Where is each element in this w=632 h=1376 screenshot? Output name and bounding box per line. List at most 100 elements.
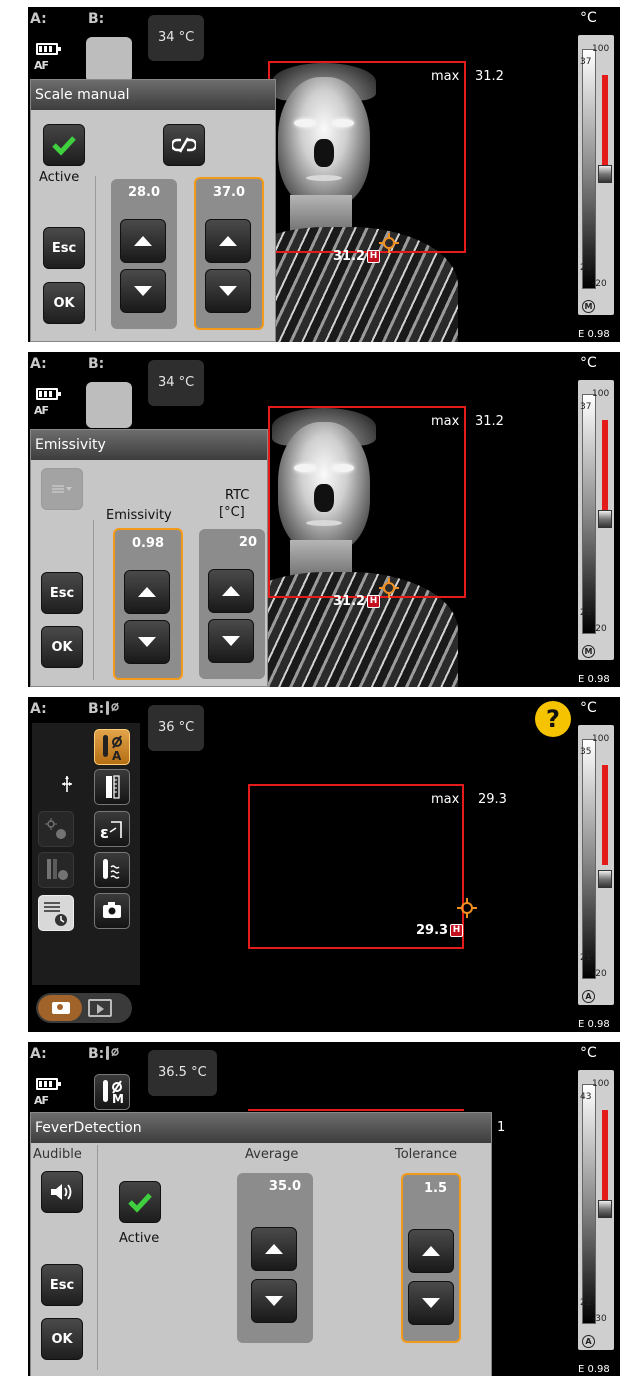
esc-button[interactable]: Esc — [43, 227, 85, 269]
screen-main-menu: A: B: AF 36 °C ? A A ε max 29.3 29.3H °C — [28, 697, 620, 1032]
fever-detection-dialog: FeverDetection Audible Active Esc OK Ave… — [30, 1112, 492, 1376]
unit-label: °C — [580, 355, 597, 371]
measure-area-frame[interactable] — [268, 61, 466, 253]
emissivity-readout: E 0.98 — [578, 1364, 610, 1375]
screen-scale-manual: A: B: AF 34 °C max 31.2 31.2 H °C 100 37 … — [28, 7, 620, 342]
speaker-icon — [51, 1184, 72, 1200]
hotspot-crosshair-icon — [379, 578, 399, 598]
arrow-up-icon — [219, 236, 237, 246]
emissivity-label: Emissivity — [106, 508, 172, 523]
temperature-scale[interactable]: 100 43 22 -30 A — [578, 1070, 614, 1350]
scale-min-up-button[interactable] — [120, 219, 166, 263]
unit-label: °C — [580, 700, 597, 716]
emissivity-down-button[interactable] — [124, 620, 170, 664]
scale-max-up-button[interactable] — [205, 219, 251, 263]
audible-button[interactable] — [41, 1171, 83, 1213]
scale-slider[interactable] — [598, 1200, 612, 1218]
active-checkbox[interactable] — [43, 124, 85, 166]
hotspot-value: 31.2 — [333, 249, 366, 264]
tolerance-value: 1.5 — [423, 1181, 447, 1196]
audible-label: Audible — [33, 1147, 82, 1162]
hotspot-value: 29.3 — [416, 923, 449, 938]
arrow-up-icon — [422, 1246, 440, 1256]
ok-button[interactable]: OK — [41, 626, 83, 668]
unlink-button[interactable] — [163, 124, 205, 166]
average-label: Average — [245, 1147, 299, 1162]
max-label: max — [431, 414, 460, 429]
rtc-down-button[interactable] — [208, 619, 254, 663]
average-up-button[interactable] — [251, 1227, 297, 1271]
move-icon[interactable] — [58, 775, 76, 793]
scale-min-tick: -20 — [592, 624, 607, 634]
measure-a-label: A: — [30, 11, 47, 27]
camera-mode-button[interactable] — [38, 995, 82, 1021]
settings-button[interactable] — [38, 895, 74, 931]
temperature-scale[interactable]: 100 37 28 -20 M — [578, 35, 614, 315]
help-button[interactable]: ? — [535, 701, 571, 737]
coldspot-icon — [47, 859, 68, 880]
emissivity-button[interactable]: ε — [94, 811, 130, 847]
autofocus-icon: AF — [34, 1094, 49, 1107]
scale-min-down-button[interactable] — [120, 269, 166, 313]
material-list-button[interactable] — [41, 468, 83, 510]
ok-button[interactable]: OK — [41, 1318, 83, 1360]
list-dropdown-icon — [52, 485, 72, 493]
screen-emissivity: A: B: AF 34 °C max 31.2 31.2 H °C 100 37 … — [28, 352, 620, 687]
hotspot-toggle-button[interactable] — [38, 811, 74, 847]
scale-min-value: 28.0 — [127, 185, 161, 200]
average-column: 35.0 — [237, 1173, 313, 1343]
esc-button[interactable]: Esc — [41, 1264, 83, 1306]
tool-slot[interactable] — [86, 37, 132, 83]
emissivity-icon: ε — [100, 821, 122, 842]
hotspot-label: 31.2 H — [333, 594, 381, 609]
active-checkbox[interactable] — [119, 1181, 161, 1223]
scale-min-tick: -30 — [592, 1314, 607, 1324]
battery-icon — [36, 43, 61, 55]
coldspot-toggle-button[interactable] — [38, 852, 74, 888]
measure-b-label: B: — [88, 701, 105, 717]
tolerance-up-button[interactable] — [408, 1229, 454, 1273]
measure-area-frame[interactable] — [248, 1109, 464, 1111]
arrow-down-icon — [134, 286, 152, 296]
temperature-scale[interactable]: 100 35 21 -20 A — [578, 725, 614, 1005]
screen-fever-detection: A: B: AF M 36.5 °C 1 °C 100 43 22 -30 A … — [28, 1042, 620, 1376]
scale-button[interactable] — [94, 769, 130, 805]
scale-max-tick: 100 — [592, 1079, 610, 1089]
scale-slider[interactable] — [598, 870, 612, 888]
autofocus-icon: AF — [34, 59, 49, 72]
scale-max-tick: 100 — [592, 44, 610, 54]
spot-measure-button[interactable]: M — [94, 1074, 130, 1110]
measure-b-label: B: — [88, 356, 105, 372]
measure-b-label: B: — [88, 1046, 105, 1062]
scale-slider[interactable] — [598, 165, 612, 183]
scale-min-tick: -20 — [592, 279, 607, 289]
scale-max-down-button[interactable] — [205, 269, 251, 313]
mode-switch[interactable] — [36, 993, 132, 1023]
measure-a-label: A: — [30, 356, 47, 372]
measure-area-frame[interactable] — [268, 406, 466, 598]
emissivity-readout: E 0.98 — [578, 329, 610, 340]
spot-measure-button[interactable]: A — [94, 729, 130, 765]
scale-icon — [106, 775, 120, 799]
measure-a-label: A: — [30, 1046, 47, 1062]
tool-slot[interactable] — [86, 382, 132, 428]
emissivity-value: 0.98 — [131, 536, 165, 551]
average-down-button[interactable] — [251, 1279, 297, 1323]
arrow-down-icon — [222, 636, 240, 646]
rtc-up-button[interactable] — [208, 569, 254, 613]
tolerance-down-button[interactable] — [408, 1281, 454, 1325]
esc-button[interactable]: Esc — [41, 572, 83, 614]
scale-slider[interactable] — [598, 510, 612, 528]
scale-lower-value: 28 — [580, 263, 592, 273]
measure-b-label: B: — [88, 11, 105, 27]
hotspot-crosshair-icon — [379, 233, 399, 253]
temperature-scale[interactable]: 100 37 28 -20 M — [578, 380, 614, 660]
camera-button[interactable] — [94, 893, 130, 929]
tool-mode-letter: M — [112, 1092, 124, 1106]
humidity-button[interactable] — [94, 852, 130, 888]
emissivity-up-button[interactable] — [124, 570, 170, 614]
autofocus-icon: AF — [34, 404, 49, 417]
ok-button[interactable]: OK — [43, 282, 85, 324]
playback-icon[interactable] — [88, 999, 112, 1017]
emissivity-dialog: Emissivity Emissivity RTC [°C] Esc OK 0.… — [30, 429, 268, 687]
